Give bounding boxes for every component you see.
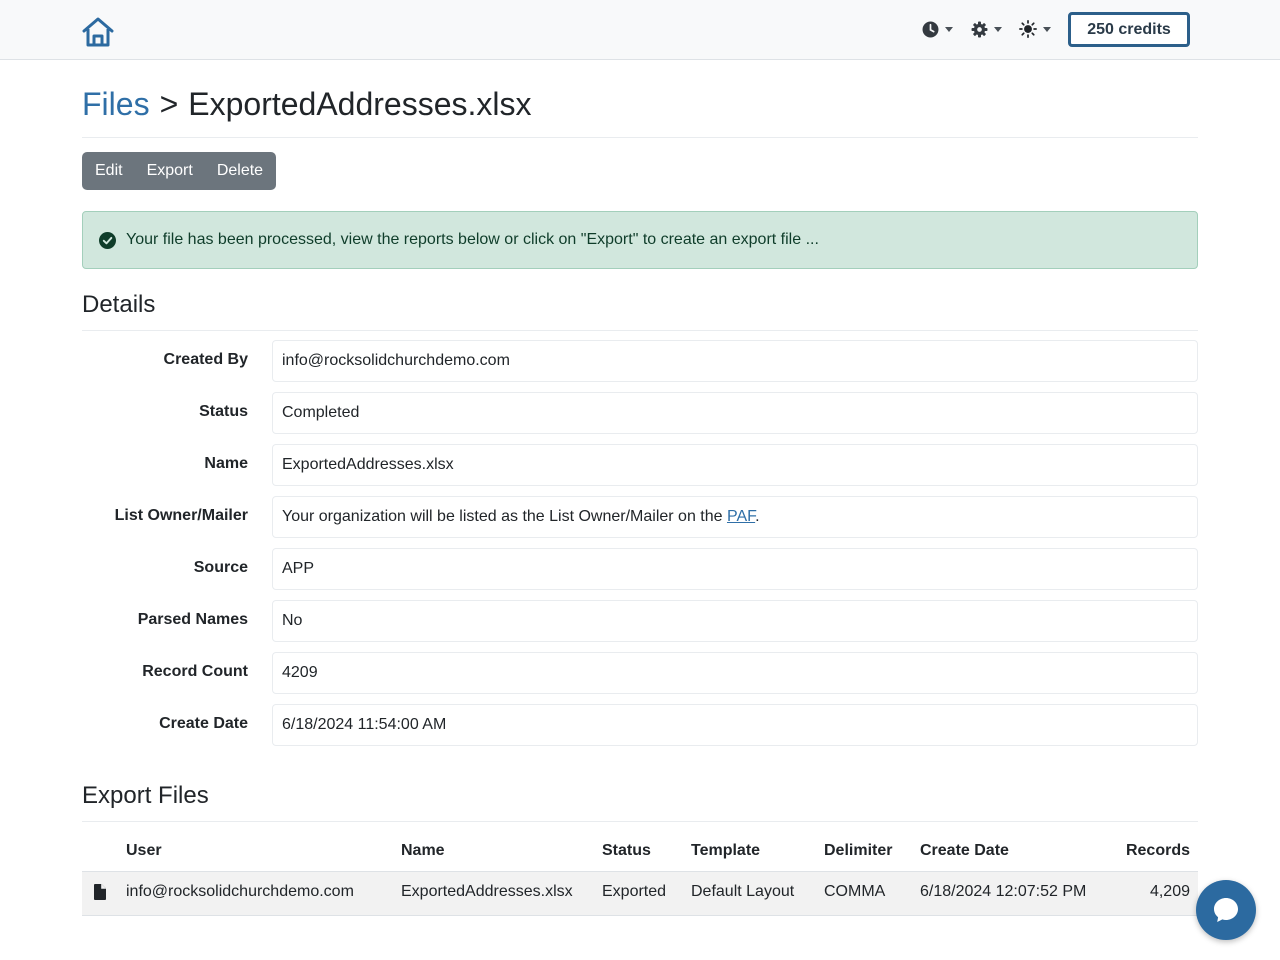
export-status-cell: Exported bbox=[602, 883, 667, 900]
breadcrumb-current: ExportedAddresses.xlsx bbox=[188, 86, 532, 122]
sun-icon bbox=[1019, 20, 1037, 38]
export-button[interactable]: Export bbox=[135, 152, 205, 190]
column-header-status: Status bbox=[602, 842, 651, 859]
export-records-cell: 4,209 bbox=[1149, 883, 1190, 900]
parsed-names-value: No bbox=[272, 600, 1198, 642]
clock-icon bbox=[922, 21, 939, 37]
chat-widget-button[interactable] bbox=[1196, 880, 1256, 940]
export-user-cell: info@rocksolidchurchdemo.com bbox=[126, 883, 354, 900]
chevron-down-icon bbox=[945, 26, 953, 32]
column-header-user: User bbox=[126, 842, 162, 859]
chat-icon bbox=[1214, 898, 1238, 922]
record-count-label: Record Count bbox=[142, 663, 248, 680]
source-label: Source bbox=[193, 559, 248, 576]
list-owner-value: Your organization will be listed as the … bbox=[272, 496, 1198, 538]
column-header-records: Records bbox=[1125, 842, 1190, 859]
breadcrumb-separator: > bbox=[159, 86, 179, 122]
check-circle-icon bbox=[99, 231, 116, 249]
list-owner-text: Your organization will be listed as the … bbox=[282, 508, 727, 525]
record-count-value: 4209 bbox=[272, 652, 1198, 694]
paf-link[interactable]: PAF bbox=[727, 508, 755, 525]
create-date-label: Create Date bbox=[159, 715, 248, 732]
parsed-names-label: Parsed Names bbox=[137, 611, 248, 628]
settings-dropdown[interactable] bbox=[971, 18, 1002, 40]
status-label: Status bbox=[199, 403, 248, 420]
home-icon[interactable] bbox=[81, 16, 115, 48]
chevron-down-icon bbox=[1043, 26, 1051, 32]
gear-icon bbox=[971, 21, 988, 37]
name-label: Name bbox=[204, 455, 248, 472]
export-name-cell: ExportedAddresses.xlsx bbox=[401, 883, 573, 900]
list-owner-label: List Owner/Mailer bbox=[114, 507, 248, 524]
breadcrumb-files-link[interactable]: Files bbox=[82, 86, 150, 122]
export-delimiter-cell: COMMA bbox=[824, 883, 886, 900]
theme-dropdown[interactable] bbox=[1019, 18, 1051, 40]
top-navbar: 250 credits bbox=[0, 0, 1280, 60]
file-icon bbox=[94, 884, 106, 900]
column-header-delimiter: Delimiter bbox=[824, 842, 893, 859]
export-create-date-cell: 6/18/2024 12:07:52 PM bbox=[920, 883, 1087, 900]
credits-button[interactable]: 250 credits bbox=[1068, 12, 1190, 47]
success-alert: Your file has been processed, view the r… bbox=[82, 211, 1198, 269]
export-files-divider bbox=[82, 821, 1198, 822]
name-value: ExportedAddresses.xlsx bbox=[272, 444, 1198, 486]
details-heading: Details bbox=[82, 291, 156, 318]
column-header-create-date: Create Date bbox=[920, 842, 1009, 859]
history-dropdown[interactable] bbox=[922, 18, 953, 40]
export-files-heading: Export Files bbox=[82, 782, 209, 809]
created-by-label: Created By bbox=[163, 351, 248, 368]
details-divider bbox=[82, 330, 1198, 331]
title-divider bbox=[82, 137, 1198, 138]
column-header-template: Template bbox=[691, 842, 761, 859]
delete-button[interactable]: Delete bbox=[205, 152, 276, 190]
export-template-cell: Default Layout bbox=[691, 883, 795, 900]
status-value: Completed bbox=[272, 392, 1198, 434]
create-date-value: 6/18/2024 11:54:00 AM bbox=[272, 704, 1198, 746]
edit-button[interactable]: Edit bbox=[82, 152, 135, 190]
column-header-name: Name bbox=[401, 842, 445, 859]
alert-message: Your file has been processed, view the r… bbox=[126, 231, 819, 248]
created-by-value: info@rocksolidchurchdemo.com bbox=[272, 340, 1198, 382]
source-value: APP bbox=[272, 548, 1198, 590]
file-actions-button-group: Edit Export Delete bbox=[82, 152, 277, 190]
page-title: Files > ExportedAddresses.xlsx bbox=[82, 86, 532, 123]
chevron-down-icon bbox=[994, 26, 1002, 32]
list-owner-suffix: . bbox=[755, 508, 760, 525]
